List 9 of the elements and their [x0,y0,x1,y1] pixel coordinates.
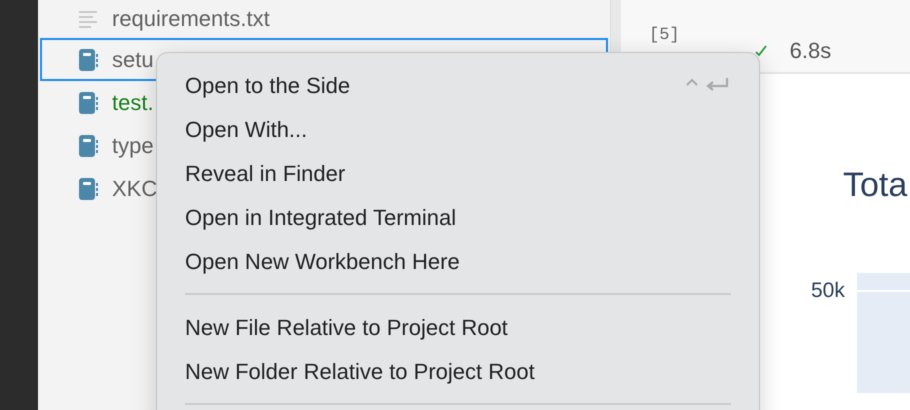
file-name: requirements.txt [112,6,270,32]
cell-prompt: [5] [649,26,680,45]
chart-title: Tota [843,166,908,205]
file-name: XKC [112,176,158,202]
file-name: type [112,132,154,158]
file-name: setu [112,46,154,72]
cell-duration: 6.8s [790,38,832,64]
axis-tick-label: 50k [811,279,846,304]
file-name: test. [112,90,154,116]
